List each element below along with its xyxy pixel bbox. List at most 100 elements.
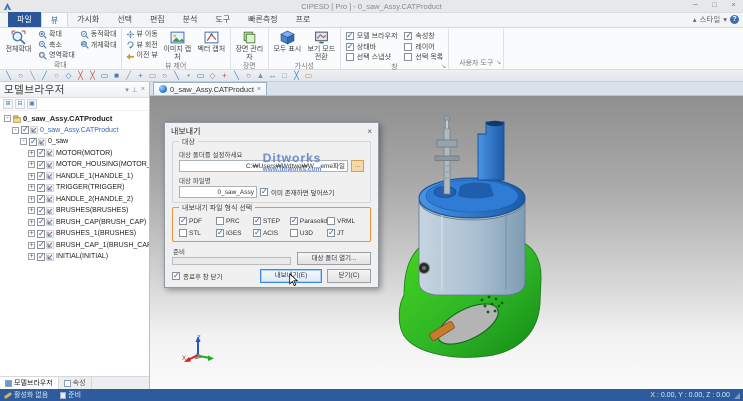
style-dropdown-icon[interactable]: ▾: [723, 15, 727, 24]
maximize-icon[interactable]: □: [705, 0, 724, 12]
ribbon-button[interactable]: 뷰 회전: [124, 40, 160, 51]
3d-canvas[interactable]: Z X 내보내기 × 대상 대상 폴더를 설정하세요 C:₩Users₩Wdtw…: [150, 96, 743, 389]
poly-tool-icon[interactable]: ◇: [63, 70, 74, 81]
tree-checkbox[interactable]: [21, 125, 29, 135]
close-icon[interactable]: ×: [724, 0, 743, 12]
tree-expander-icon[interactable]: +: [28, 149, 35, 157]
ribbon-button[interactable]: 뷰 이동: [124, 29, 160, 40]
tree-item[interactable]: + INITIAL(INITIAL): [2, 251, 149, 263]
overwrite-checkbox[interactable]: [260, 187, 268, 196]
ribbon-button[interactable]: 개체확대: [78, 40, 119, 51]
tree-item[interactable]: + HANDLE_2(HANDLE_2): [2, 194, 149, 206]
tree-checkbox[interactable]: [37, 160, 45, 169]
diag-tool-icon[interactable]: ╱: [39, 70, 50, 81]
format-checkbox-parasolid[interactable]: Parasolid: [289, 216, 327, 225]
ellipse-tool-icon[interactable]: ○: [51, 70, 62, 81]
checkbox-icon[interactable]: [252, 216, 261, 225]
checkbox-icon[interactable]: [327, 228, 336, 237]
checkbox-icon[interactable]: [345, 53, 354, 62]
ribbon-button[interactable]: 이미지 캡처: [161, 29, 194, 62]
tree-checkbox[interactable]: [37, 217, 45, 227]
checkbox-icon[interactable]: [179, 229, 187, 237]
ribbon-button[interactable]: 이전 뷰: [124, 50, 160, 61]
tree-expander-icon[interactable]: +: [28, 218, 35, 226]
tree-expander-icon[interactable]: +: [28, 172, 35, 180]
tree-checkbox[interactable]: [29, 137, 37, 146]
tree-item[interactable]: - 0_saw: [2, 136, 149, 148]
ribbon-checkbox[interactable]: 선택 목록: [401, 52, 446, 63]
tree-checkbox[interactable]: [37, 229, 45, 238]
drill-model[interactable]: [390, 100, 580, 362]
document-tab-close-icon[interactable]: ×: [257, 86, 261, 93]
format-checkbox-vrml[interactable]: VRML: [327, 217, 364, 225]
ribbon-checkbox[interactable]: 속성창: [401, 31, 446, 42]
tree-item[interactable]: + HANDLE_1(HANDLE_1): [2, 171, 149, 183]
menu-tab-analyze[interactable]: 분석: [174, 12, 207, 27]
folder-path-field[interactable]: C:₩Users₩Wdtwo₩W…eme파일: [179, 160, 348, 172]
checkbox-icon[interactable]: [289, 229, 298, 237]
format-checkbox-prc[interactable]: PRC: [215, 217, 253, 225]
dialog-launcher-icon[interactable]: ↘: [496, 58, 501, 68]
menu-tab-quick-measure[interactable]: 빠른측정: [239, 12, 286, 27]
format-checkbox-pdf[interactable]: PDF: [179, 216, 216, 225]
line-tool-icon[interactable]: ╲: [27, 70, 38, 81]
ribbon-button[interactable]: 보기 모드 전환: [305, 29, 338, 62]
minimize-icon[interactable]: ─: [686, 0, 705, 12]
checkbox-icon[interactable]: [215, 228, 224, 237]
panel-dropdown-icon[interactable]: ▾: [125, 86, 129, 94]
ribbon-collapse-icon[interactable]: ▴: [693, 15, 697, 24]
panel-tab-properties[interactable]: 속성: [59, 377, 92, 389]
tree-checkbox[interactable]: [37, 252, 45, 261]
tree-tool-icon-3[interactable]: ▣: [27, 99, 37, 109]
checkbox-icon[interactable]: [345, 42, 354, 51]
menu-tab-file[interactable]: 파일: [8, 12, 41, 27]
tree-item[interactable]: + BRUSH_CAP_1(BRUSH_CAP): [2, 240, 149, 252]
panel-close-icon[interactable]: ×: [141, 86, 145, 93]
select-tool-icon[interactable]: ╲: [3, 70, 14, 81]
tree-item[interactable]: + TRIGGER(TRIGGER): [2, 182, 149, 194]
checkbox-icon[interactable]: [252, 228, 261, 237]
menu-tab-tools[interactable]: 도구: [206, 12, 239, 27]
tree-expander-icon[interactable]: -: [12, 126, 19, 134]
panel-pin-icon[interactable]: ⊥: [132, 86, 138, 94]
tree-checkbox[interactable]: [37, 148, 45, 158]
browse-folder-button[interactable]: …: [351, 160, 364, 172]
menu-tab-edit[interactable]: 편집: [141, 12, 174, 27]
tree-item[interactable]: + BRUSHES(BRUSHES): [2, 205, 149, 217]
tree-checkbox[interactable]: [37, 240, 45, 250]
ribbon-checkbox[interactable]: 레이어: [401, 42, 446, 53]
ribbon-button[interactable]: 영역확대: [36, 50, 77, 61]
filename-field[interactable]: 0_saw_Assy: [179, 186, 257, 198]
format-checkbox-iges[interactable]: IGES: [215, 228, 253, 237]
ribbon-button[interactable]: 축소: [36, 40, 77, 51]
format-checkbox-acis[interactable]: ACIS: [252, 228, 290, 237]
ribbon-button[interactable]: 동적확대: [78, 29, 119, 40]
ribbon-button[interactable]: 장면 관리자: [233, 29, 266, 62]
checkbox-icon[interactable]: [179, 216, 187, 225]
resize-grip[interactable]: ◢: [734, 391, 740, 400]
checkbox-icon[interactable]: [215, 217, 224, 225]
tree-tool-icon-2[interactable]: ⊟: [15, 99, 25, 109]
dialog-launcher-icon[interactable]: ↘: [441, 62, 446, 72]
fill-tool-icon[interactable]: ■: [111, 70, 122, 81]
tree-expander-icon[interactable]: +: [28, 161, 35, 169]
format-checkbox-u3d[interactable]: U3D: [289, 229, 327, 237]
checkbox-icon[interactable]: [404, 31, 413, 41]
ribbon-checkbox[interactable]: 선택 스냅샷: [343, 52, 401, 63]
tree-checkbox[interactable]: [37, 171, 45, 181]
tree-item[interactable]: - 0_saw_Assy.CATProduct: [2, 113, 149, 125]
ribbon-button[interactable]: 모두 표시: [271, 29, 304, 54]
tree-item[interactable]: + BRUSHES_1(BRUSHES): [2, 228, 149, 240]
tree-item[interactable]: + MOTOR(MOTOR): [2, 148, 149, 160]
circle-tool-icon[interactable]: ○: [15, 70, 26, 81]
document-tab[interactable]: 0_saw_Assy.CATProduct ×: [153, 82, 268, 95]
format-checkbox-step[interactable]: STEP: [252, 216, 290, 225]
ribbon-checkbox[interactable]: 모델 브라우저: [343, 31, 401, 42]
tree-expander-icon[interactable]: +: [28, 241, 35, 249]
export-dialog-close-icon[interactable]: ×: [367, 127, 372, 136]
tree-expander-icon[interactable]: +: [28, 207, 35, 215]
format-checkbox-jt[interactable]: JT: [327, 228, 364, 237]
checkbox-icon[interactable]: [345, 31, 354, 41]
checkbox-icon[interactable]: [289, 216, 298, 225]
rect-tool-icon[interactable]: ▭: [99, 70, 110, 81]
